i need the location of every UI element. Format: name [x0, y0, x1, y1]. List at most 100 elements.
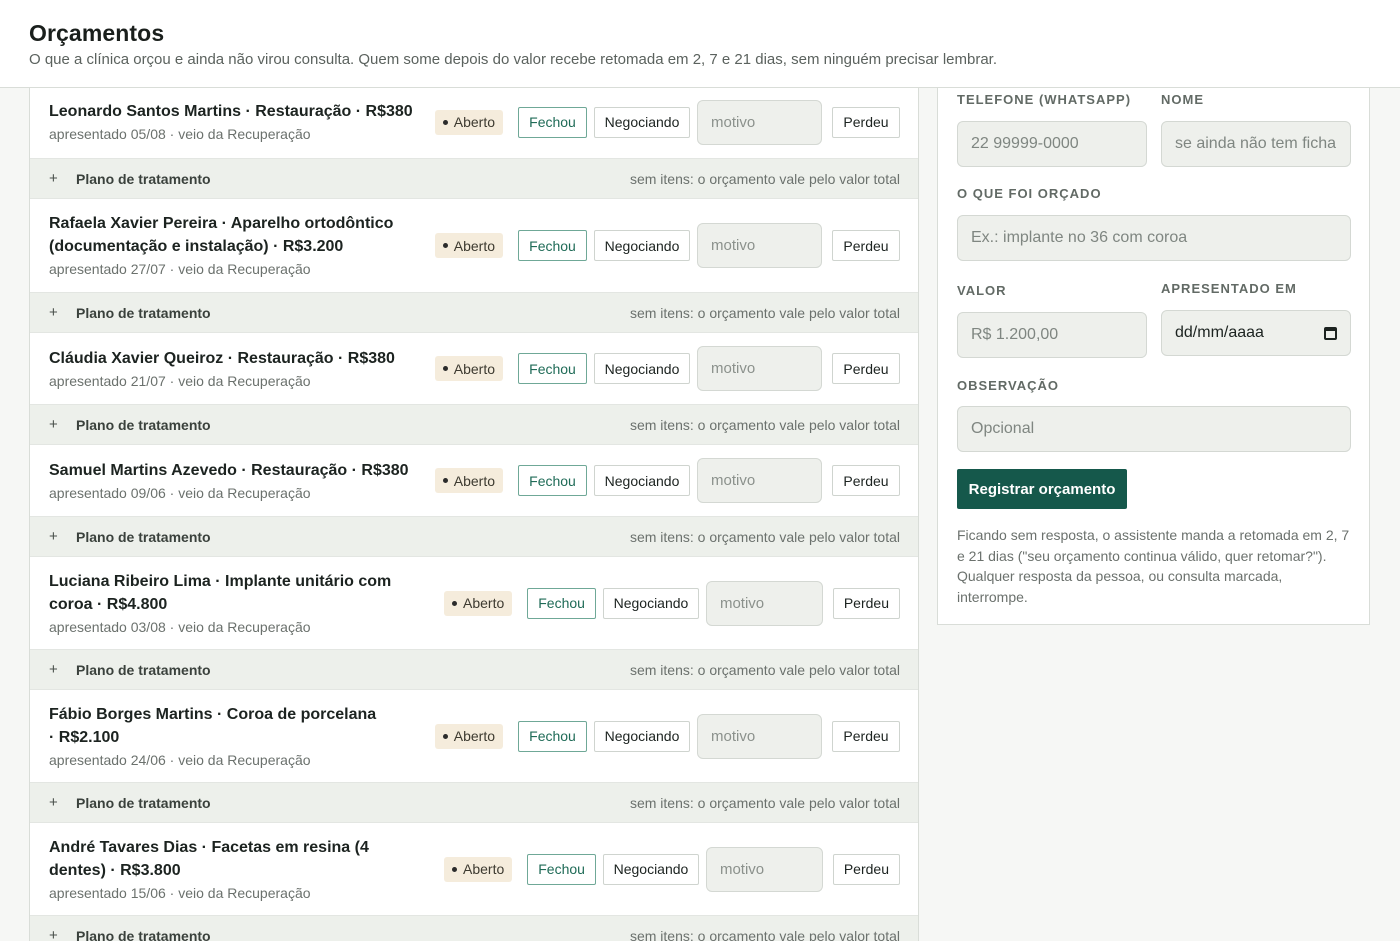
fechou-button[interactable]: Fechou	[518, 720, 587, 752]
date-value: dd/mm/aaaa	[1175, 324, 1264, 341]
plan-hint: sem itens: o orçamento vale pelo valor t…	[629, 794, 900, 811]
fechou-button[interactable]: Fechou	[518, 106, 587, 138]
plan-label: Plano de tratamento	[76, 170, 211, 187]
quote-item: Leonardo Santos Martins · Restauração · …	[30, 88, 918, 199]
motivo-input[interactable]: motivo	[705, 580, 823, 626]
treatment-plan-toggle[interactable]: + Plano de tratamento sem itens: o orçam…	[30, 649, 918, 689]
negociando-button[interactable]: Negociando	[594, 720, 690, 752]
treatment-plan-toggle[interactable]: + Plano de tratamento sem itens: o orçam…	[30, 915, 918, 941]
fechou-button[interactable]: Fechou	[527, 853, 596, 885]
expand-plus-icon: +	[49, 304, 58, 321]
treatment-plan-toggle[interactable]: + Plano de tratamento sem itens: o orçam…	[30, 158, 918, 198]
status-badge: Aberto	[434, 109, 503, 135]
quote-title: Fábio Borges Martins · Coroa de porcelan…	[49, 705, 377, 746]
date-input[interactable]: dd/mm/aaaa	[1161, 310, 1351, 356]
plan-label: Plano de tratamento	[76, 661, 211, 678]
status-dot-icon	[442, 119, 448, 125]
date-label: Apresentado em	[1161, 281, 1297, 296]
perdeu-button[interactable]: Perdeu	[832, 720, 900, 752]
plan-hint: sem itens: o orçamento vale pelo valor t…	[629, 416, 900, 433]
quote-row: Samuel Martins Azevedo · Restauração · R…	[30, 445, 918, 516]
quote-meta: apresentado 27/07 · veio da Recuperação	[49, 261, 311, 277]
page-subtitle: O que a clínica orçou e ainda não virou …	[29, 51, 998, 68]
motivo-input[interactable]: motivo	[705, 846, 823, 892]
expand-plus-icon: +	[49, 794, 58, 811]
status-badge: Aberto	[434, 723, 503, 749]
fechou-button[interactable]: Fechou	[518, 353, 587, 384]
plan-label: Plano de tratamento	[76, 528, 211, 545]
what-label: O que foi orçado	[957, 186, 1102, 201]
quote-meta: apresentado 09/06 · veio da Recuperação	[49, 484, 311, 501]
negociando-button[interactable]: Negociando	[594, 353, 690, 384]
status-badge: Aberto	[444, 590, 513, 616]
name-input[interactable]: se ainda não tem ficha	[1161, 121, 1351, 167]
perdeu-button[interactable]: Perdeu	[832, 465, 900, 496]
quote-item: Fábio Borges Martins · Coroa de porcelan…	[30, 690, 918, 823]
quote-row: Cláudia Xavier Queiroz · Restauração · R…	[30, 333, 918, 404]
quote-title: Cláudia Xavier Queiroz · Restauração · R…	[49, 349, 395, 367]
phone-input[interactable]: 22 99999-0000	[957, 121, 1147, 167]
quote-item: Luciana Ribeiro Lima · Implante unitário…	[30, 557, 918, 690]
motivo-input[interactable]: motivo	[697, 99, 822, 145]
value-input[interactable]: R$ 1.200,00	[957, 312, 1147, 358]
status-dot-icon	[442, 478, 448, 483]
perdeu-button[interactable]: Perdeu	[832, 230, 900, 261]
motivo-input[interactable]: motivo	[697, 458, 822, 503]
quote-row: Luciana Ribeiro Lima · Implante unitário…	[30, 557, 918, 649]
status-dot-icon	[452, 866, 457, 872]
expand-plus-icon: +	[49, 661, 58, 678]
plan-hint: sem itens: o orçamento vale pelo valor t…	[629, 528, 900, 545]
expand-plus-icon: +	[49, 528, 58, 545]
expand-plus-icon: +	[49, 927, 58, 941]
perdeu-button[interactable]: Perdeu	[832, 353, 900, 384]
plan-hint: sem itens: o orçamento vale pelo valor t…	[629, 170, 900, 187]
negociando-button[interactable]: Negociando	[594, 106, 690, 138]
page-header: Orçamentos O que a clínica orçou e ainda…	[0, 0, 1400, 88]
quote-meta: apresentado 21/07 · veio da Recuperação	[49, 372, 311, 389]
plan-label: Plano de tratamento	[76, 416, 211, 433]
status-dot-icon	[452, 600, 457, 606]
negociando-button[interactable]: Negociando	[594, 465, 690, 496]
quote-item: Cláudia Xavier Queiroz · Restauração · R…	[30, 333, 918, 445]
status-dot-icon	[442, 243, 448, 248]
negociando-button[interactable]: Negociando	[602, 853, 699, 885]
negociando-button[interactable]: Negociando	[594, 230, 690, 261]
fechou-button[interactable]: Fechou	[527, 587, 596, 619]
plan-hint: sem itens: o orçamento vale pelo valor t…	[629, 304, 900, 321]
treatment-plan-toggle[interactable]: + Plano de tratamento sem itens: o orçam…	[30, 292, 918, 332]
status-badge: Aberto	[434, 468, 503, 493]
fechou-button[interactable]: Fechou	[518, 465, 587, 496]
status-badge: Aberto	[444, 856, 513, 882]
new-quote-form: Telefone (WhatsApp) Nome 22 99999-0000 s…	[937, 88, 1370, 625]
motivo-input[interactable]: motivo	[697, 223, 822, 268]
plan-hint: sem itens: o orçamento vale pelo valor t…	[629, 927, 900, 941]
perdeu-button[interactable]: Perdeu	[832, 587, 900, 619]
register-quote-button[interactable]: Registrar orçamento	[957, 469, 1127, 509]
quote-item: Samuel Martins Azevedo · Restauração · R…	[30, 445, 918, 557]
quote-row: Leonardo Santos Martins · Restauração · …	[30, 88, 918, 158]
value-label: Valor	[957, 283, 1007, 298]
motivo-input[interactable]: motivo	[697, 713, 822, 759]
perdeu-button[interactable]: Perdeu	[832, 106, 900, 138]
expand-plus-icon: +	[49, 416, 58, 433]
obs-label: Observação	[957, 378, 1059, 393]
motivo-input[interactable]: motivo	[697, 346, 822, 391]
perdeu-button[interactable]: Perdeu	[832, 853, 900, 885]
fechou-button[interactable]: Fechou	[518, 230, 587, 261]
quote-meta: apresentado 15/06 · veio da Recuperação	[49, 884, 311, 901]
quote-title: André Tavares Dias · Facetas em resina (…	[49, 838, 369, 879]
quote-row: Rafaela Xavier Pereira · Aparelho ortodô…	[30, 199, 918, 292]
quote-item: Rafaela Xavier Pereira · Aparelho ortodô…	[30, 199, 918, 333]
plan-label: Plano de tratamento	[76, 927, 211, 941]
obs-input[interactable]: Opcional	[957, 406, 1351, 452]
treatment-plan-toggle[interactable]: + Plano de tratamento sem itens: o orçam…	[30, 404, 918, 444]
treatment-plan-toggle[interactable]: + Plano de tratamento sem itens: o orçam…	[30, 782, 918, 822]
quote-meta: apresentado 05/08 · veio da Recuperação	[49, 126, 311, 142]
calendar-icon[interactable]	[1324, 326, 1337, 340]
status-dot-icon	[442, 733, 448, 739]
what-input[interactable]: Ex.: implante no 36 com coroa	[957, 215, 1351, 261]
treatment-plan-toggle[interactable]: + Plano de tratamento sem itens: o orçam…	[30, 516, 918, 556]
expand-plus-icon: +	[49, 170, 58, 187]
name-label: Nome	[1161, 92, 1204, 107]
negociando-button[interactable]: Negociando	[602, 587, 699, 619]
